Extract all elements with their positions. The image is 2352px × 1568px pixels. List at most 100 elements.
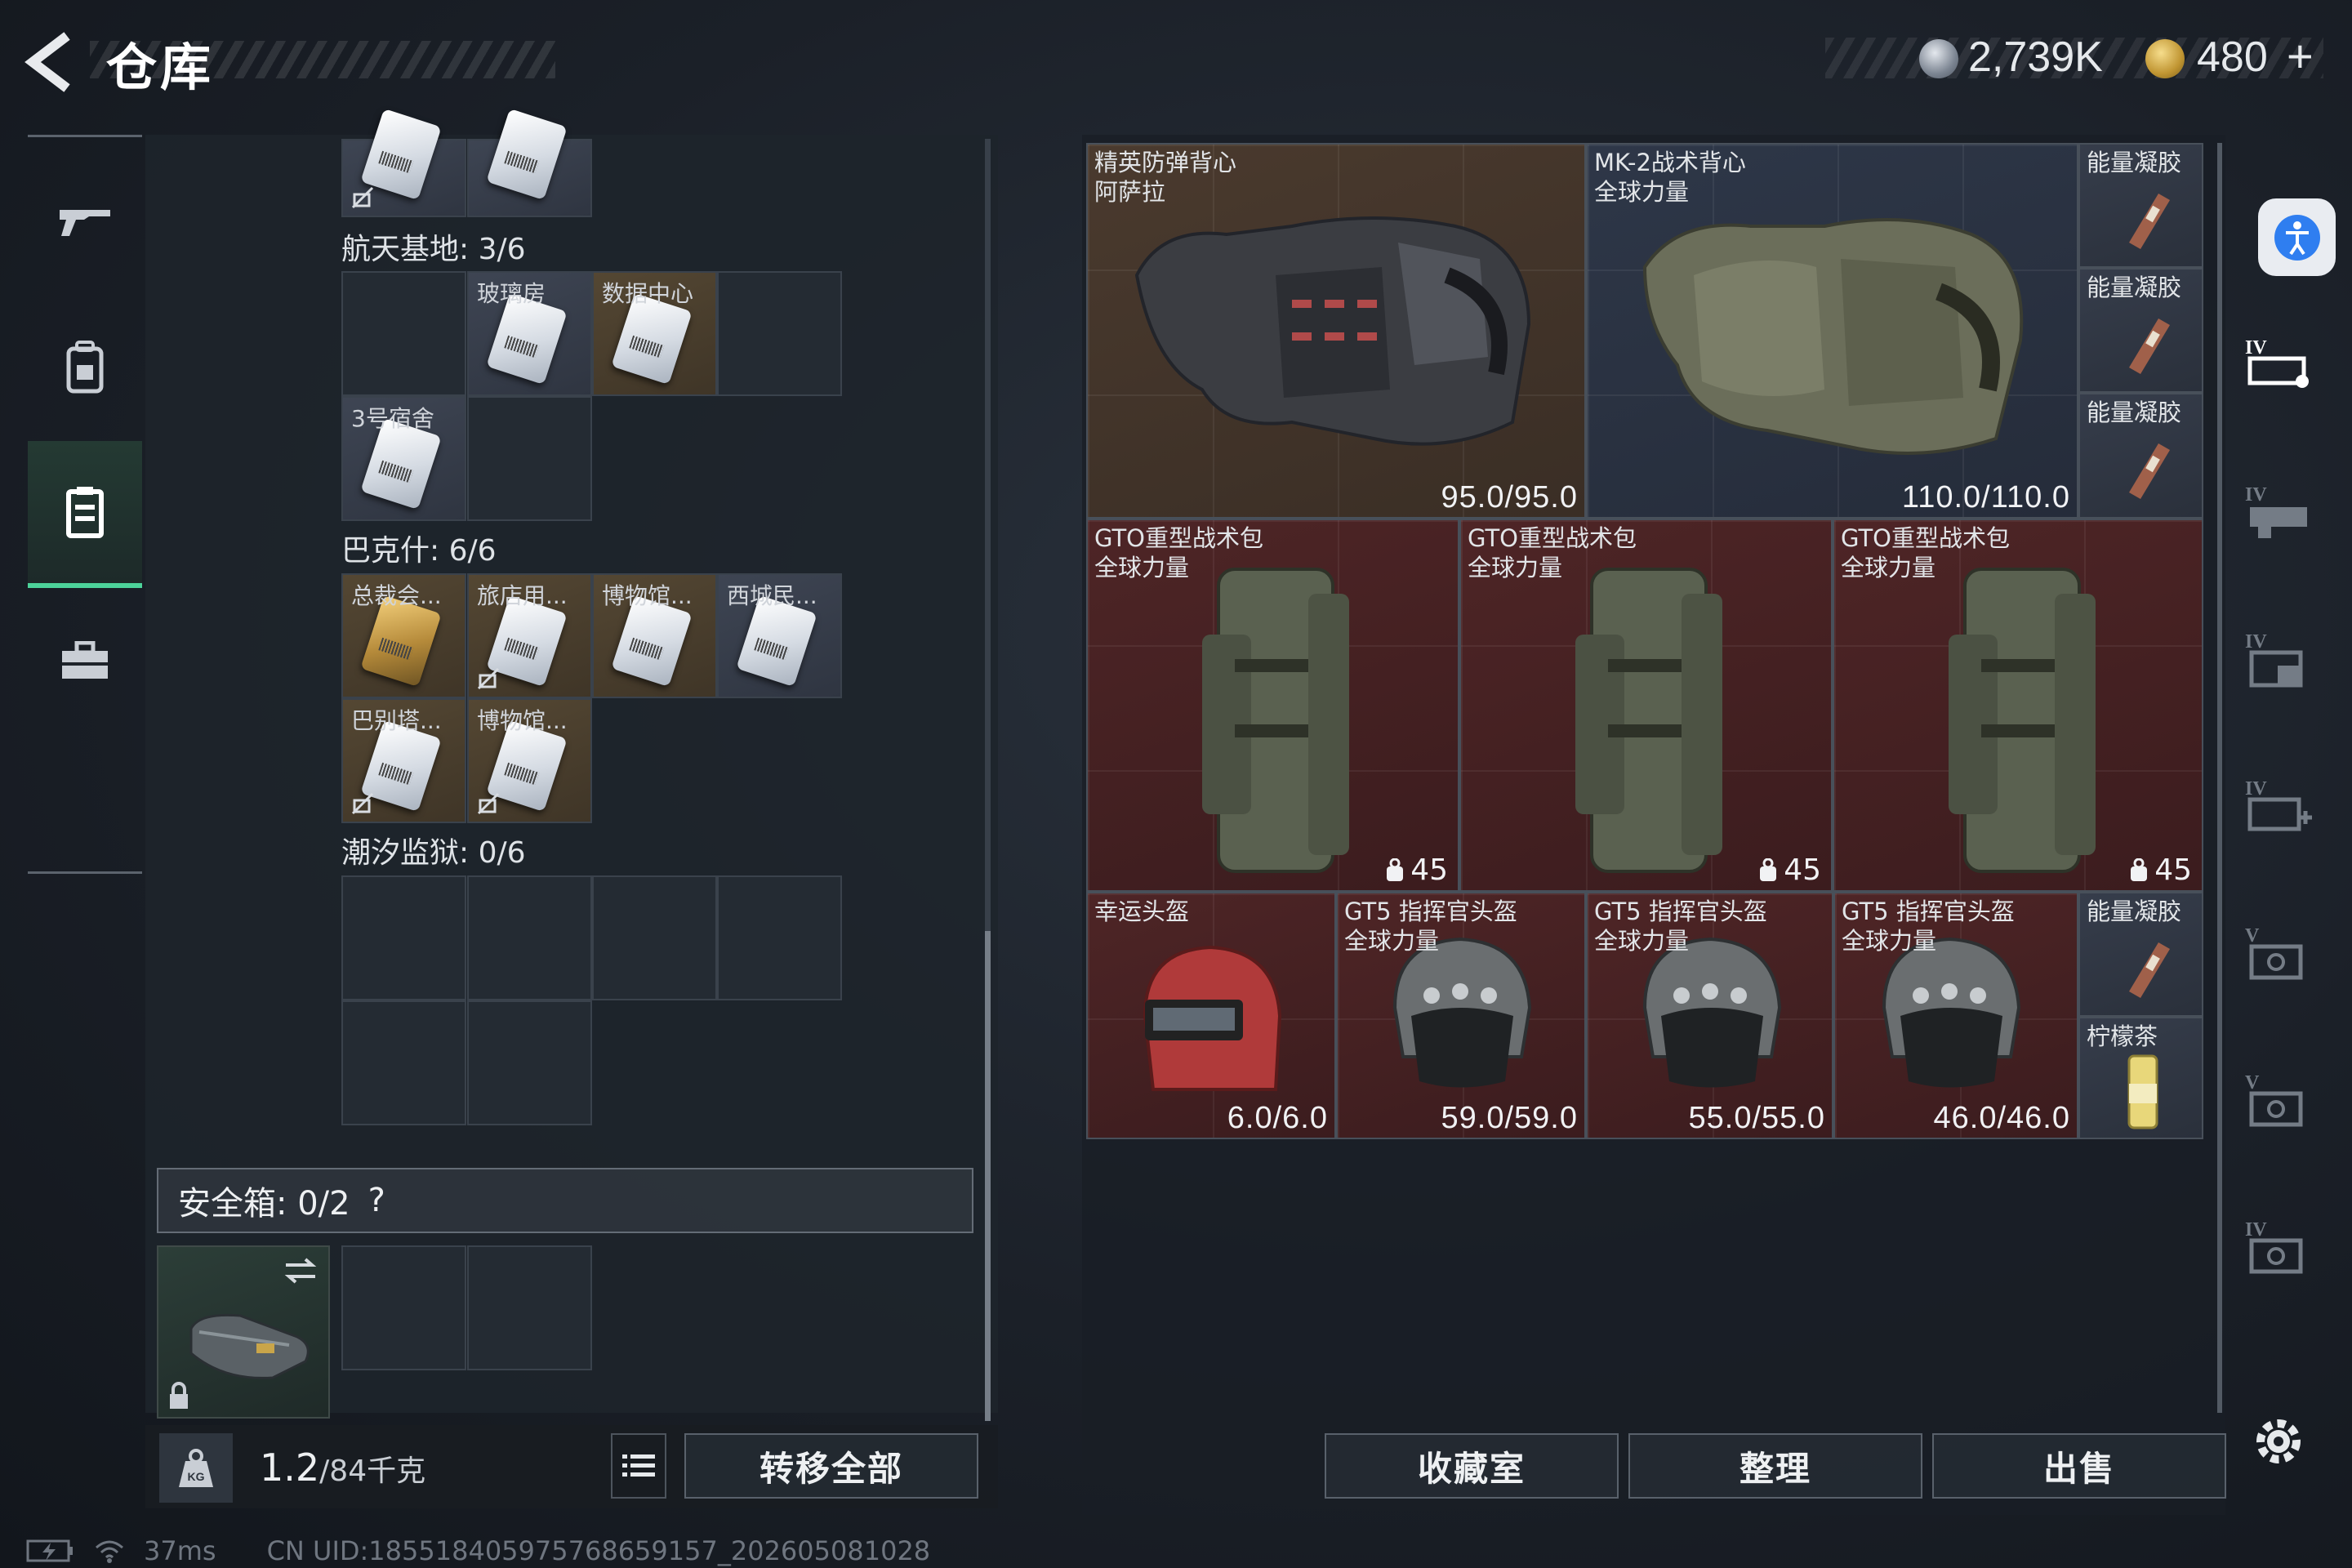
item-gt5-helmet[interactable]: GT5 指挥官头盔 全球力量 55.0/55.0 bbox=[1586, 892, 1833, 1139]
nav-toolbox[interactable] bbox=[28, 588, 142, 735]
item-lucky-helmet[interactable]: 幸运头盔 6.0/6.0 bbox=[1086, 892, 1336, 1139]
safe-icon: IV bbox=[2245, 1219, 2303, 1274]
item-name: 幸运头盔 bbox=[1094, 898, 1190, 925]
keycard-slot[interactable]: 数据中心 bbox=[592, 271, 717, 396]
item-capacity: 45 bbox=[1384, 853, 1448, 887]
nav-weapons[interactable] bbox=[28, 147, 142, 294]
accessibility-button[interactable] bbox=[2258, 198, 2336, 276]
keycard-slot[interactable]: 3号宿舍 bbox=[341, 396, 466, 521]
item-name: GTO重型战术包 全球力量 bbox=[1468, 524, 1637, 581]
carry-weight: 1.2/84千克 bbox=[260, 1446, 425, 1490]
empty-slot[interactable] bbox=[467, 1000, 592, 1125]
svg-text:IV: IV bbox=[2245, 484, 2267, 506]
weight-icon: KG bbox=[159, 1433, 233, 1503]
empty-slot[interactable] bbox=[341, 271, 466, 396]
keycard-slot[interactable]: 总裁会... bbox=[341, 573, 466, 698]
weapon-case-icon: IV bbox=[2245, 484, 2307, 538]
svg-text:V: V bbox=[2245, 925, 2260, 947]
item-durability: 95.0/95.0 bbox=[1441, 480, 1578, 514]
keycard-image bbox=[486, 108, 568, 201]
unbound-icon bbox=[351, 186, 374, 209]
item-energy-gel[interactable]: 能量凝胶 bbox=[2078, 143, 2203, 268]
list-view-button[interactable] bbox=[611, 1433, 666, 1499]
empty-slot[interactable] bbox=[717, 875, 842, 1000]
file-cabinet-icon: IV bbox=[2245, 631, 2303, 688]
carry-weight-value: 1.2 bbox=[260, 1446, 320, 1490]
svg-text:V: V bbox=[2245, 1072, 2260, 1094]
unbound-icon bbox=[477, 792, 500, 815]
side-tab-medical-iv[interactable]: IV bbox=[2234, 743, 2323, 866]
swap-icon[interactable] bbox=[283, 1257, 318, 1285]
energy-gel-icon bbox=[2129, 318, 2170, 374]
back-button[interactable] bbox=[24, 29, 82, 95]
item-lemon-tea[interactable]: 柠檬茶 bbox=[2078, 1017, 2203, 1139]
item-mk2-vest[interactable]: MK-2战术背心 全球力量 110.0/110.0 bbox=[1586, 143, 2078, 519]
item-durability: 6.0/6.0 bbox=[1227, 1101, 1328, 1135]
item-gt5-helmet[interactable]: GT5 指挥官头盔 全球力量 46.0/46.0 bbox=[1833, 892, 2078, 1139]
empty-slot[interactable] bbox=[717, 271, 842, 396]
region-label-aerospace: 航天基地: 3/6 bbox=[341, 233, 526, 266]
keycard-slot[interactable]: 博物馆... bbox=[467, 698, 592, 823]
keycard-slot[interactable] bbox=[341, 108, 466, 217]
item-energy-gel[interactable]: 能量凝胶 bbox=[2078, 393, 2203, 519]
backpack-image bbox=[1202, 568, 1349, 873]
keycard-slot[interactable] bbox=[467, 108, 592, 217]
empty-slot[interactable] bbox=[341, 1245, 466, 1370]
item-energy-gel[interactable]: 能量凝胶 bbox=[2078, 268, 2203, 393]
item-durability: 59.0/59.0 bbox=[1441, 1101, 1578, 1135]
empty-slot[interactable] bbox=[341, 1000, 466, 1125]
add-currency-button[interactable]: + bbox=[2287, 29, 2314, 82]
transfer-all-button[interactable]: 转移全部 bbox=[684, 1433, 978, 1499]
side-tab-safe-v[interactable]: V bbox=[2234, 1037, 2323, 1160]
tactical-vest-image bbox=[1642, 218, 2024, 455]
scrollbar-thumb[interactable] bbox=[985, 931, 991, 1421]
player-uid: CN UID:18551840597576865915​7_2026050810… bbox=[266, 1535, 931, 1566]
carry-weight-total: /84千克 bbox=[319, 1454, 426, 1488]
nav-backpack[interactable] bbox=[28, 294, 142, 441]
item-gto-backpack[interactable]: GTO重型战术包 全球力量 45 bbox=[1833, 519, 2203, 892]
empty-slot[interactable] bbox=[467, 1245, 592, 1370]
item-gt5-helmet[interactable]: GT5 指挥官头盔 全球力量 59.0/59.0 bbox=[1336, 892, 1586, 1139]
unbound-icon bbox=[351, 792, 374, 815]
empty-slot[interactable] bbox=[467, 396, 592, 521]
keycard-label: 旅店用... bbox=[477, 582, 568, 609]
item-name: GTO重型战术包 全球力量 bbox=[1094, 524, 1263, 581]
side-tab-files-iv[interactable]: IV bbox=[2234, 596, 2323, 719]
gear-icon bbox=[2256, 1419, 2301, 1463]
item-elite-vest[interactable]: 精英防弹背心 阿萨拉 95.0/95.0 bbox=[1086, 143, 1586, 519]
keycard-slot[interactable]: 旅店用... bbox=[467, 573, 592, 698]
gold-coin-icon bbox=[2145, 39, 2185, 78]
empty-slot[interactable] bbox=[592, 875, 717, 1000]
item-gto-backpack[interactable]: GTO重型战术包 全球力量 45 bbox=[1459, 519, 1833, 892]
safebox-help-button[interactable]: ? bbox=[368, 1182, 385, 1219]
svg-text:IV: IV bbox=[2245, 337, 2267, 359]
empty-slot[interactable] bbox=[467, 875, 592, 1000]
nav-storage[interactable] bbox=[28, 441, 142, 588]
item-gto-backpack[interactable]: GTO重型战术包 全球力量 45 bbox=[1086, 519, 1459, 892]
side-tab-safe-iv[interactable]: IV bbox=[2234, 1184, 2323, 1307]
collection-room-button[interactable]: 收藏室 bbox=[1325, 1433, 1619, 1499]
keycard-slot[interactable]: 西城民... bbox=[717, 573, 842, 698]
side-tab-safe-v[interactable]: V bbox=[2234, 890, 2323, 1013]
keycard-slot[interactable]: 玻璃房 bbox=[467, 271, 592, 396]
item-name: 精英防弹背心 阿萨拉 bbox=[1094, 149, 1237, 206]
item-name: 能量凝胶 bbox=[2087, 898, 2182, 925]
sell-button[interactable]: 出售 bbox=[1932, 1433, 2226, 1499]
item-name: 能量凝胶 bbox=[2087, 399, 2182, 426]
side-tab-weapon-iv[interactable]: IV bbox=[2234, 449, 2323, 572]
list-icon bbox=[622, 1454, 655, 1477]
side-tab-storage-iv[interactable]: IV bbox=[2234, 302, 2323, 425]
lock-icon bbox=[170, 1382, 188, 1409]
settings-button[interactable] bbox=[2250, 1413, 2307, 1470]
item-energy-gel[interactable]: 能量凝胶 bbox=[2078, 892, 2203, 1017]
organize-button[interactable]: 整理 bbox=[1628, 1433, 1922, 1499]
keycard-slot[interactable]: 博物馆... bbox=[592, 573, 717, 698]
item-durability: 110.0/110.0 bbox=[1901, 480, 2070, 514]
unbound-icon bbox=[477, 667, 500, 690]
safebox-slot[interactable] bbox=[157, 1245, 330, 1419]
energy-gel-icon bbox=[2129, 194, 2170, 249]
empty-slot[interactable] bbox=[341, 875, 466, 1000]
item-name: GTO重型战术包 全球力量 bbox=[1841, 524, 2010, 581]
keycard-slot[interactable]: 巴别塔... bbox=[341, 698, 466, 823]
item-capacity: 45 bbox=[1757, 853, 1821, 887]
